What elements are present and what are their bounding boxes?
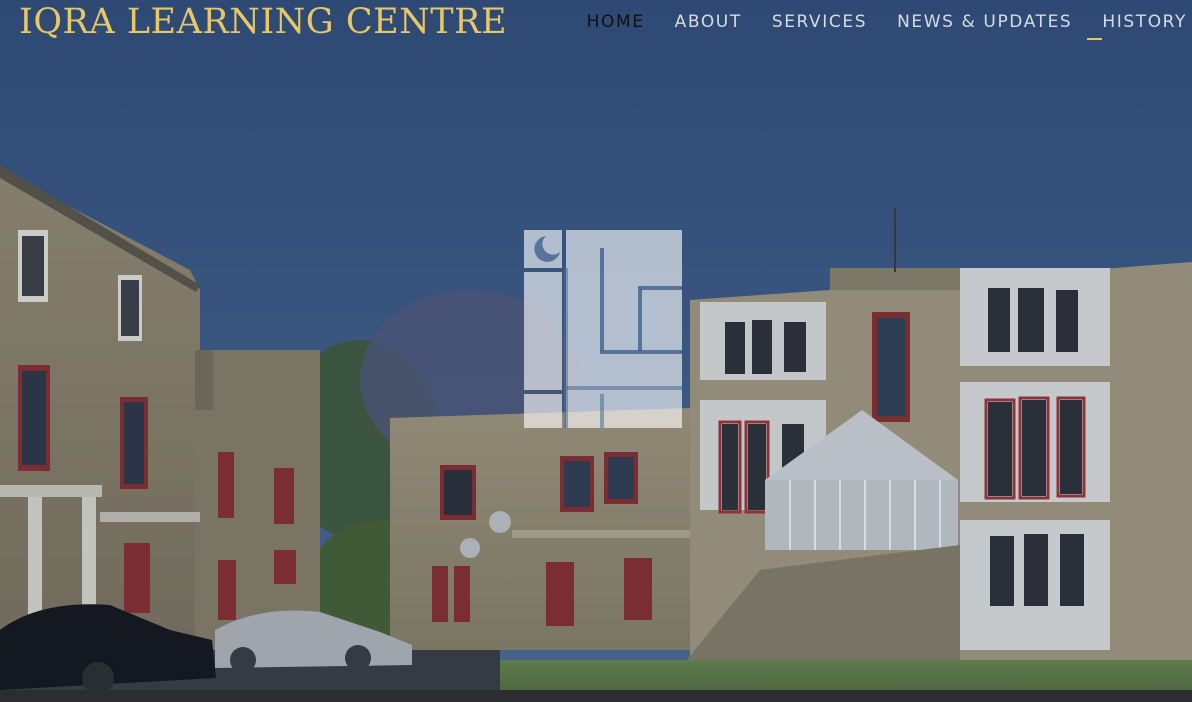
nav-item-about[interactable]: ABOUT [660, 10, 757, 34]
nav-item-history[interactable]: HISTORY [1087, 10, 1187, 40]
nav-item-home[interactable]: HOME [572, 10, 660, 34]
nav-item-label: NEWS & UPDATES [897, 12, 1073, 32]
site-title[interactable]: IQRA LEARNING CENTRE [19, 0, 507, 44]
nav-item-label: ABOUT [674, 12, 742, 32]
nav-item-label: HOME [586, 12, 645, 32]
bottom-bar [0, 690, 1192, 702]
nav-active-underline [1087, 38, 1103, 40]
nav-item-label: HISTORY [1102, 12, 1187, 32]
nav-item-news-updates[interactable]: NEWS & UPDATES [882, 10, 1087, 34]
nav-item-services[interactable]: SERVICES [757, 10, 882, 34]
ilc-logo-icon [524, 230, 682, 428]
page: IQRA LEARNING CENTRE HOME ABOUT SERVICES… [0, 0, 1192, 702]
main-nav: HOME ABOUT SERVICES NEWS & UPDATES HISTO… [572, 10, 1187, 40]
nav-item-label: SERVICES [771, 12, 868, 32]
